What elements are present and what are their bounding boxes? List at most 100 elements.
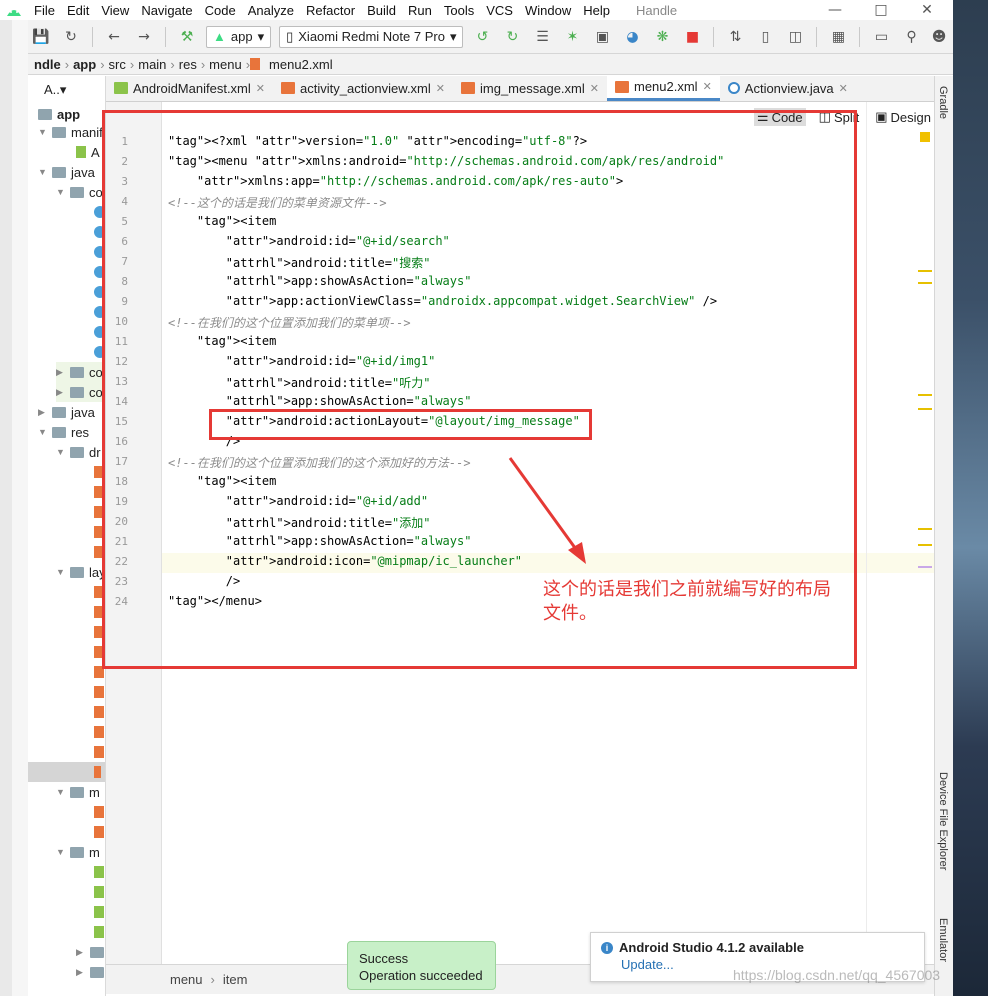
xml-file-icon xyxy=(461,82,475,94)
design-mode-button[interactable]: ▣ Design xyxy=(872,108,934,126)
menu-view[interactable]: View xyxy=(95,3,135,18)
warning-stripe[interactable] xyxy=(918,394,932,396)
close-icon[interactable]: ✕ xyxy=(839,82,848,95)
user-avatar-icon[interactable]: ☻ xyxy=(928,26,950,48)
device-select[interactable]: ▯ Xiaomi Redmi Note 7 Pro ▾ xyxy=(279,25,464,48)
tree-item-xml[interactable] xyxy=(94,822,105,842)
tree-item-manifest-file[interactable]: A xyxy=(76,142,100,162)
tree-item-res[interactable]: ▼ res xyxy=(38,422,89,442)
tree-item-package[interactable]: ▼ co xyxy=(56,182,103,202)
tree-item-image[interactable] xyxy=(94,862,105,882)
tree-item-xml[interactable] xyxy=(94,682,105,702)
tree-item-java-generated[interactable]: ▶ java xyxy=(38,402,95,422)
tree-item-collapsed[interactable]: ▶ xyxy=(76,962,105,982)
warning-stripe[interactable] xyxy=(918,282,932,284)
breadcrumb-res[interactable]: res xyxy=(175,57,201,72)
xml-file-icon xyxy=(94,766,101,778)
xml-file-icon xyxy=(614,80,629,93)
close-icon[interactable]: ✕ xyxy=(703,80,712,93)
sdk-manager-icon[interactable]: ◫ xyxy=(784,26,806,48)
gradle-sync-icon[interactable]: ⇅ xyxy=(724,26,746,48)
tree-item-xml[interactable] xyxy=(94,742,105,762)
menu-refactor[interactable]: Refactor xyxy=(300,3,361,18)
maximize-icon[interactable]: □ xyxy=(858,0,904,20)
tree-item-menu[interactable]: ▼ m xyxy=(56,782,100,802)
tree-item-image[interactable] xyxy=(94,902,105,922)
menu-analyze[interactable]: Analyze xyxy=(242,3,300,18)
tab-activity-actionview[interactable]: activity_actionview.xml ✕ xyxy=(273,75,453,101)
inspection-status-icon[interactable] xyxy=(920,132,930,142)
breadcrumb-app[interactable]: app xyxy=(69,57,100,72)
tab-actionview-java[interactable]: Actionview.java ✕ xyxy=(720,75,856,101)
device-file-explorer-button[interactable]: Device File Explorer xyxy=(937,772,949,870)
close-icon[interactable]: ✕ xyxy=(904,0,950,20)
tab-menu2[interactable]: menu2.xml ✕ xyxy=(606,75,720,101)
save-icon[interactable]: 💾 xyxy=(30,26,52,48)
tab-img-message[interactable]: img_message.xml ✕ xyxy=(453,75,607,101)
project-structure-icon[interactable]: ▦ xyxy=(827,26,849,48)
search-icon[interactable]: ⚲ xyxy=(900,26,922,48)
breadcrumb-menu[interactable]: menu xyxy=(205,57,246,72)
menu-tools[interactable]: Tools xyxy=(438,3,480,18)
build-hammer-icon[interactable]: ⚒ xyxy=(176,26,198,48)
warning-stripe[interactable] xyxy=(918,544,932,546)
tree-item-image[interactable] xyxy=(94,882,105,902)
breadcrumb-src[interactable]: src xyxy=(105,57,130,72)
folder-icon xyxy=(52,426,66,438)
close-icon[interactable]: ✕ xyxy=(436,82,445,95)
sync-icon[interactable]: ↻ xyxy=(60,26,82,48)
tree-item-xml[interactable] xyxy=(94,802,105,822)
back-arrow-icon[interactable]: ← xyxy=(103,26,125,48)
warning-stripe[interactable] xyxy=(918,270,932,272)
tree-item-drawable[interactable]: ▼ dr xyxy=(56,442,101,462)
tree-item-xml[interactable] xyxy=(94,722,105,742)
emulator-tool-button[interactable]: Emulator xyxy=(937,918,949,962)
tree-item-manifests[interactable]: ▼ manif xyxy=(38,122,103,142)
breadcrumb-project[interactable]: ndle xyxy=(30,57,65,72)
warning-stripe[interactable] xyxy=(918,528,932,530)
run-config-select[interactable]: ▲ app ▾ xyxy=(206,25,272,48)
tree-item-java[interactable]: ▼ java xyxy=(38,162,95,182)
menu-file[interactable]: File xyxy=(28,3,61,18)
apply-code-changes-icon[interactable]: ↻ xyxy=(501,26,523,48)
breadcrumb-file[interactable]: menu2.xml xyxy=(265,57,337,72)
breadcrumb-main[interactable]: main xyxy=(134,57,170,72)
tree-root[interactable]: app xyxy=(38,104,80,124)
tree-item-mipmap[interactable]: ▼ m xyxy=(56,842,100,862)
stop-icon[interactable]: ■ xyxy=(681,26,703,48)
terminal-icon[interactable]: ▭ xyxy=(870,26,892,48)
menu-code[interactable]: Code xyxy=(199,3,242,18)
menu-run[interactable]: Run xyxy=(402,3,438,18)
structure-crumb-item[interactable]: item xyxy=(223,972,248,987)
tree-item-layout[interactable]: ▼ lay xyxy=(56,562,105,582)
tree-item-selected[interactable] xyxy=(28,762,105,782)
avd-manager-icon[interactable]: ▯ xyxy=(754,26,776,48)
gradle-tool-button[interactable]: Gradle xyxy=(937,86,949,119)
menu-navigate[interactable]: Navigate xyxy=(135,3,198,18)
debug-attach-icon[interactable]: ❋ xyxy=(651,26,673,48)
menu-vcs[interactable]: VCS xyxy=(480,3,519,18)
project-view-select[interactable]: A..▾ xyxy=(44,80,66,100)
debug-icon[interactable]: ✶ xyxy=(561,26,583,48)
tab-android-manifest[interactable]: AndroidManifest.xml ✕ xyxy=(106,75,273,101)
structure-crumb-menu[interactable]: menu xyxy=(170,972,203,987)
menu-edit[interactable]: Edit xyxy=(61,3,95,18)
forward-arrow-icon[interactable]: → xyxy=(133,26,155,48)
menu-build[interactable]: Build xyxy=(361,3,402,18)
menu-window[interactable]: Window xyxy=(519,3,577,18)
info-stripe[interactable] xyxy=(918,566,932,568)
tree-item-xml[interactable] xyxy=(94,702,105,722)
close-icon[interactable]: ✕ xyxy=(256,82,265,95)
minimize-icon[interactable]: — xyxy=(812,0,858,20)
tree-item-package[interactable]: ▶ co xyxy=(56,362,105,382)
apply-changes-icon[interactable]: ↺ xyxy=(471,26,493,48)
close-icon[interactable]: ✕ xyxy=(590,82,599,95)
coverage-icon[interactable]: ☰ xyxy=(531,26,553,48)
menu-help[interactable]: Help xyxy=(577,3,616,18)
attach-debugger-icon[interactable]: ▣ xyxy=(591,26,613,48)
profile-icon[interactable]: ◕ xyxy=(621,26,643,48)
tree-item-image[interactable] xyxy=(94,922,105,942)
warning-stripe[interactable] xyxy=(918,408,932,410)
tree-item-collapsed[interactable]: ▶ xyxy=(76,942,105,962)
tree-item-package[interactable]: ▶ co xyxy=(56,382,105,402)
